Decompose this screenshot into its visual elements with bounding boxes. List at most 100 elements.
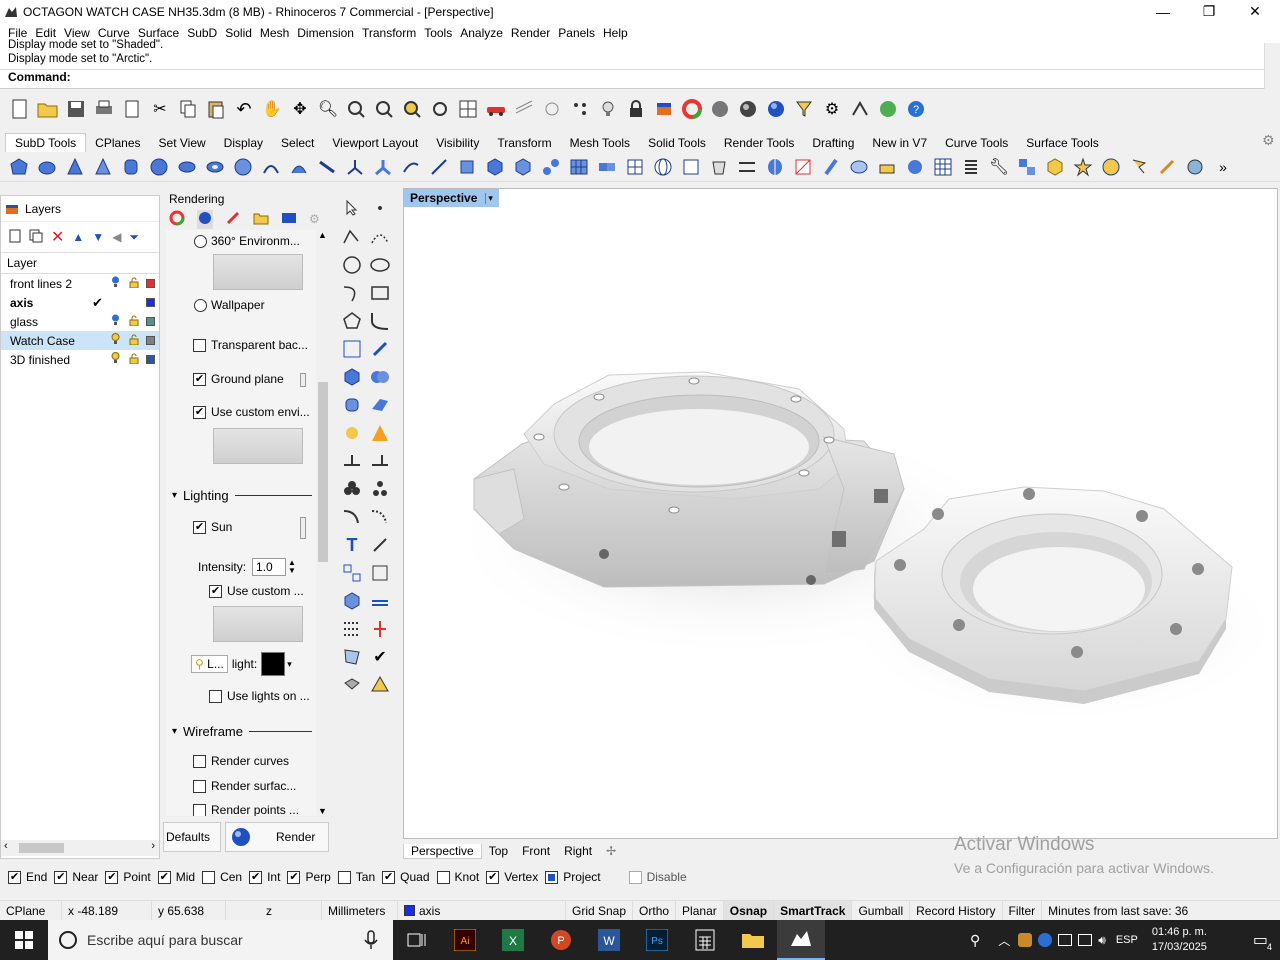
tab-set-view[interactable]: Set View [150,134,215,152]
open-folder-icon[interactable] [36,97,60,121]
print-icon[interactable] [92,97,116,121]
move-left-icon[interactable]: ◀ [112,230,121,244]
subd-cylinder-icon[interactable] [120,156,142,178]
move-down-icon[interactable]: ▼ [92,230,104,244]
render-settings-icon[interactable] [197,209,213,229]
subd-wrench-icon[interactable]: 🔧︎ [988,156,1010,178]
env-360-thumbnail[interactable] [213,254,303,290]
perspective-viewport[interactable]: Perspective ▾ [403,188,1278,839]
subd-edit-icon[interactable] [428,156,450,178]
menu-surface[interactable]: Surface [134,26,183,40]
rebuild-icon[interactable] [368,505,392,529]
tab-viewport-layout[interactable]: Viewport Layout [323,134,427,152]
cut-icon[interactable]: ✂ [148,97,172,121]
checkbox-checked[interactable]: ✔ [157,870,171,884]
subd-insert-icon[interactable] [792,156,814,178]
menu-curve[interactable]: Curve [94,26,134,40]
paste-icon[interactable] [204,97,228,121]
render-surfaces-option[interactable]: Render surfac... [193,779,296,793]
subd-gold-box-icon[interactable] [1044,156,1066,178]
move-up-icon[interactable]: ▲ [72,230,84,244]
textures-folder-icon[interactable] [253,210,269,229]
layer-row-front-lines-2[interactable]: front lines 2 [1,274,159,293]
layer-column-header[interactable]: Layer [1,252,159,274]
box-solid-icon[interactable] [340,365,364,389]
select-arrow-icon[interactable] [340,196,364,220]
word-app-icon[interactable]: W [585,920,633,960]
unlock-icon[interactable] [129,315,139,329]
menu-dimension[interactable]: Dimension [293,26,358,40]
checkbox-checked[interactable]: ✔ [209,584,222,598]
osnap-quad[interactable]: ✔ Quad [382,870,430,884]
checkbox-checked[interactable]: ✔ [287,870,301,884]
zoom-selected-icon[interactable] [400,97,424,121]
checkbox[interactable] [193,779,206,793]
polygon-icon[interactable] [340,309,364,333]
grid-snap-toggle[interactable]: Grid Snap [566,900,634,921]
subd-analyze-icon[interactable] [1184,156,1206,178]
grasshopper-icon[interactable] [848,97,872,121]
checkbox[interactable] [209,689,222,703]
tab-solid-tools[interactable]: Solid Tools [639,134,715,152]
subd-symmetry-icon[interactable] [764,156,786,178]
render-curves-option[interactable]: Render curves [193,754,289,768]
rendered-display-icon[interactable] [736,97,760,121]
move-view-icon[interactable]: ✥ [288,97,312,121]
subd-cone-icon[interactable] [64,156,86,178]
task-view-icon[interactable] [393,920,441,960]
subd-reflect-icon[interactable] [680,156,702,178]
ellipse-icon[interactable] [368,253,392,277]
subd-cluster-icon[interactable] [1016,156,1038,178]
osnap-project[interactable]: Project [545,870,601,884]
cplane-status[interactable]: CPlane [0,900,62,921]
osnap-toggle[interactable]: Osnap [723,900,775,921]
boolean-union-icon[interactable] [368,365,392,389]
named-views-car-icon[interactable] [484,97,508,121]
subd-sweep-icon[interactable] [288,156,310,178]
osnap-tan[interactable]: Tan [337,870,375,884]
light-key-button[interactable]: ⚲ L... [191,655,228,673]
subd-stitch-icon[interactable] [624,156,646,178]
ground-plane-more-button[interactable] [300,373,306,387]
ortho-toggle[interactable]: Ortho [633,900,677,921]
scrollbar-thumb[interactable] [318,382,328,562]
subd-globe-icon[interactable] [232,156,254,178]
maximize-button[interactable]: ❐ [1186,0,1232,23]
panel-options-gear-icon[interactable]: ⚙ [309,212,320,226]
render-button[interactable]: Render [225,822,329,852]
globe-icon[interactable] [876,97,900,121]
checkbox-checked[interactable]: ✔ [382,870,396,884]
zoom-extents-icon[interactable] [372,97,396,121]
subd-polygon-icon[interactable] [8,156,30,178]
menu-file[interactable]: File [4,26,31,40]
scale-icon[interactable] [368,561,392,585]
sun-more-button[interactable] [300,517,306,539]
tray-app-icon[interactable] [1018,933,1033,947]
subd-grid-icon[interactable] [932,156,954,178]
subd-mesh-icon[interactable] [568,156,590,178]
light-bulb-icon[interactable] [111,314,120,329]
subd-bridge-icon[interactable] [540,156,562,178]
scrollbar-thumb[interactable] [19,843,64,853]
intensity-input[interactable]: 1.0 [252,558,287,576]
checkbox[interactable] [193,803,206,816]
checkbox-checked[interactable]: ✔ [193,372,206,386]
current-layer-status[interactable]: axis [398,900,566,921]
osnap-near[interactable]: ✔ Near [54,870,98,884]
explode-icon[interactable] [340,421,364,445]
wireframe-section-header[interactable]: ▾ Wireframe [172,724,312,739]
four-viewports-icon[interactable] [456,97,480,121]
microphone-icon[interactable] [364,930,378,950]
tab-display[interactable]: Display [215,134,272,152]
curve-icon[interactable] [368,225,392,249]
ungroup-icon[interactable] [368,477,392,501]
command-prompt[interactable]: Command: [0,69,1264,85]
osnap-point[interactable]: ✔ Point [105,870,151,884]
checkbox[interactable] [193,754,206,768]
subd-box-icon[interactable] [36,156,58,178]
tab-mesh-tools[interactable]: Mesh Tools [561,134,639,152]
subd-cup-icon[interactable] [708,156,730,178]
gumball-toggle[interactable]: Gumball [852,900,911,921]
radio-button[interactable] [194,234,207,248]
viewport-tab-perspective[interactable]: Perspective [403,843,482,859]
